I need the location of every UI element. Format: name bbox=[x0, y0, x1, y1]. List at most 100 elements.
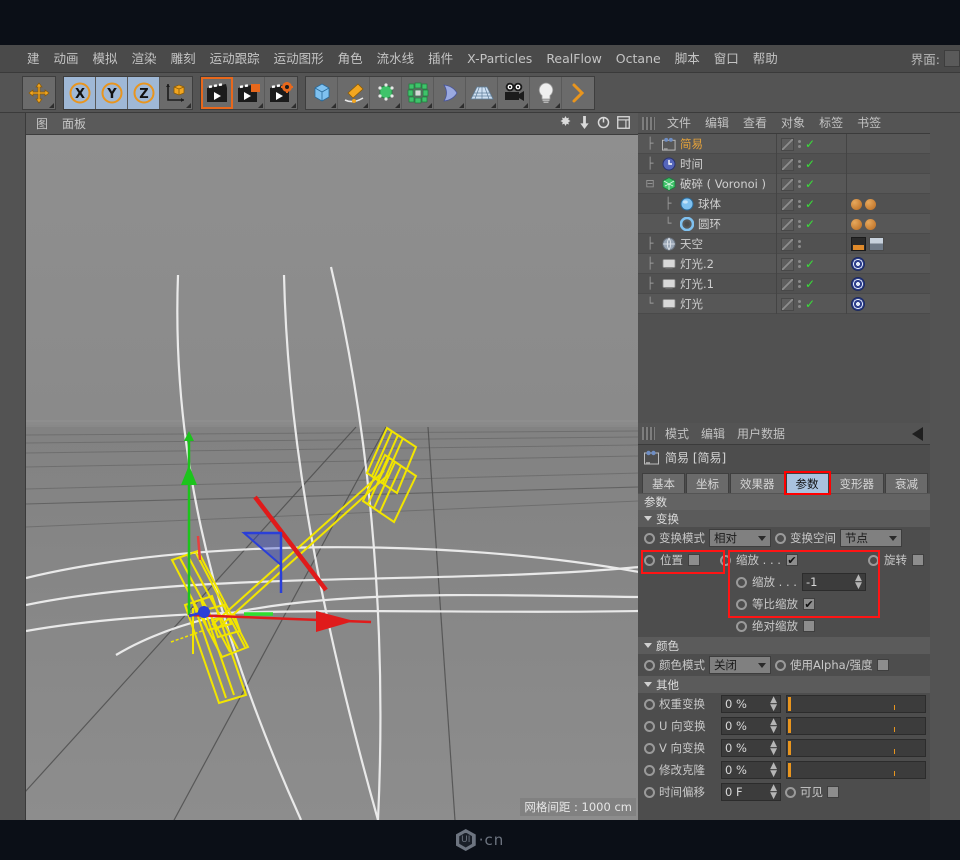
nurbs-generator-icon[interactable] bbox=[370, 77, 402, 109]
param-dot-absolute-scale[interactable] bbox=[736, 621, 747, 632]
objmgr-menu-edit[interactable]: 编辑 bbox=[699, 114, 735, 132]
menu-item-15[interactable]: 帮助 bbox=[746, 48, 785, 70]
camera-icon[interactable] bbox=[498, 77, 530, 109]
param-dot-uniform-scale[interactable] bbox=[736, 599, 747, 610]
layer-swatch[interactable] bbox=[781, 298, 794, 311]
objmgr-menu-object[interactable]: 对象 bbox=[775, 114, 811, 132]
menu-item-4[interactable]: 雕刻 bbox=[164, 48, 203, 70]
attr-menu-edit[interactable]: 编辑 bbox=[695, 425, 731, 442]
layer-swatch[interactable] bbox=[781, 198, 794, 211]
layer-swatch[interactable] bbox=[781, 238, 794, 251]
param-dot-other-4[interactable] bbox=[644, 787, 655, 798]
enabled-check-icon[interactable]: ✓ bbox=[805, 138, 815, 150]
layer-swatch[interactable] bbox=[781, 178, 794, 191]
menu-item-14[interactable]: 窗口 bbox=[707, 48, 746, 70]
enabled-check-icon[interactable]: ✓ bbox=[805, 298, 815, 310]
spinner-icon[interactable]: ▲▼ bbox=[770, 762, 777, 778]
attribute-tab-5[interactable]: 衰减 bbox=[885, 473, 928, 493]
select-transform-mode[interactable]: 相对 bbox=[709, 529, 771, 547]
menu-item-9[interactable]: 插件 bbox=[421, 48, 460, 70]
attr-menu-userdata[interactable]: 用户数据 bbox=[731, 425, 791, 442]
checkbox-rotate[interactable] bbox=[912, 554, 924, 566]
object-row[interactable]: ├ 时间 ✓ bbox=[638, 154, 930, 174]
light-icon[interactable] bbox=[530, 77, 562, 109]
param-dot-visible[interactable] bbox=[785, 787, 796, 798]
visibility-dots-icon[interactable] bbox=[798, 220, 801, 228]
input-other-4[interactable]: 0 F ▲▼ bbox=[721, 783, 781, 801]
menu-item-11[interactable]: RealFlow bbox=[539, 48, 608, 70]
objmgr-menu-bookmarks[interactable]: 书签 bbox=[851, 114, 887, 132]
spinner-icon[interactable]: ▲▼ bbox=[770, 696, 777, 712]
checkbox-position[interactable] bbox=[688, 554, 700, 566]
checkbox-scale-1[interactable] bbox=[786, 554, 798, 566]
attribute-tab-4[interactable]: 变形器 bbox=[830, 473, 885, 493]
compositing-tag-icon[interactable] bbox=[851, 237, 866, 251]
array-modeling-icon[interactable] bbox=[402, 77, 434, 109]
object-row[interactable]: ⊟ 破碎 ( Voronoi ) ✓ bbox=[638, 174, 930, 194]
param-dot-other-3[interactable] bbox=[644, 765, 655, 776]
param-dot-other-0[interactable] bbox=[644, 699, 655, 710]
param-dot-transform-space[interactable] bbox=[775, 533, 786, 544]
object-row[interactable]: └ 灯光 ✓ bbox=[638, 294, 930, 314]
interface-selector[interactable] bbox=[944, 50, 960, 67]
group-other-header[interactable]: 其他 bbox=[638, 676, 930, 693]
visibility-dots-icon[interactable] bbox=[798, 160, 801, 168]
param-dot-color-mode[interactable] bbox=[644, 660, 655, 671]
menu-item-12[interactable]: Octane bbox=[609, 48, 668, 70]
material-tag-icon[interactable] bbox=[865, 199, 876, 210]
visibility-dots-icon[interactable] bbox=[798, 300, 801, 308]
param-dot-use-alpha[interactable] bbox=[775, 660, 786, 671]
enabled-check-icon[interactable]: ✓ bbox=[805, 278, 815, 290]
material-tag-icon[interactable] bbox=[851, 199, 862, 210]
object-row[interactable]: ├ 灯光.1 ✓ bbox=[638, 274, 930, 294]
layer-swatch[interactable] bbox=[781, 278, 794, 291]
layer-swatch[interactable] bbox=[781, 258, 794, 271]
menu-item-0[interactable]: 建 bbox=[20, 48, 47, 70]
group-color-header[interactable]: 颜色 bbox=[638, 637, 930, 654]
menu-item-13[interactable]: 脚本 bbox=[668, 48, 707, 70]
param-dot-rotate[interactable] bbox=[868, 555, 879, 566]
layer-swatch[interactable] bbox=[781, 158, 794, 171]
drag-handle-icon[interactable] bbox=[642, 427, 655, 440]
visibility-dots-icon[interactable] bbox=[798, 140, 801, 148]
input-other-3[interactable]: 0 % ▲▼ bbox=[721, 761, 781, 779]
layer-swatch[interactable] bbox=[781, 138, 794, 151]
checkbox-uniform-scale[interactable] bbox=[803, 598, 815, 610]
expand-toggle[interactable]: ⊟ bbox=[642, 177, 658, 190]
select-color-mode[interactable]: 关闭 bbox=[709, 656, 771, 674]
objmgr-menu-tags[interactable]: 标签 bbox=[813, 114, 849, 132]
axis-z-icon[interactable]: Z bbox=[128, 77, 160, 109]
visibility-dots-icon[interactable] bbox=[798, 240, 801, 248]
attribute-tab-2[interactable]: 效果器 bbox=[730, 473, 785, 493]
menu-item-3[interactable]: 渲染 bbox=[125, 48, 164, 70]
axis-x-icon[interactable]: X bbox=[64, 77, 96, 109]
material-tag-icon[interactable] bbox=[851, 219, 862, 230]
slider-knob[interactable] bbox=[788, 719, 791, 733]
param-dot-scale-1[interactable] bbox=[720, 555, 731, 566]
render-region-icon[interactable] bbox=[233, 77, 265, 109]
slider-2[interactable] bbox=[786, 739, 926, 757]
spinner-icon[interactable]: ▲▼ bbox=[770, 718, 777, 734]
group-transform-header[interactable]: 变换 bbox=[638, 510, 930, 527]
viewport-3d-canvas[interactable]: 网格间距 : 1000 cm bbox=[26, 135, 639, 820]
visibility-dots-icon[interactable] bbox=[798, 260, 801, 268]
slider-knob[interactable] bbox=[788, 697, 791, 711]
slider-knob[interactable] bbox=[788, 763, 791, 777]
object-row[interactable]: ├ 灯光.2 ✓ bbox=[638, 254, 930, 274]
viewport-menu-0[interactable]: 图 bbox=[36, 115, 48, 132]
spinner-icon[interactable]: ▲▼ bbox=[770, 784, 777, 800]
objmgr-menu-view[interactable]: 查看 bbox=[737, 114, 773, 132]
spinner-icon[interactable]: ▲▼ bbox=[855, 574, 862, 590]
menu-item-2[interactable]: 模拟 bbox=[86, 48, 125, 70]
enabled-check-icon[interactable]: ✓ bbox=[805, 198, 815, 210]
layer-swatch[interactable] bbox=[781, 218, 794, 231]
object-row[interactable]: ├ 天空 bbox=[638, 234, 930, 254]
enabled-check-icon[interactable]: ✓ bbox=[805, 258, 815, 270]
enabled-check-icon[interactable]: ✓ bbox=[805, 158, 815, 170]
input-scale-value[interactable]: -1 ▲▼ bbox=[802, 573, 866, 591]
zoom-icon[interactable] bbox=[579, 116, 590, 132]
render-settings-icon[interactable] bbox=[265, 77, 297, 109]
spinner-icon[interactable]: ▲▼ bbox=[770, 740, 777, 756]
object-row[interactable]: ├ 球体 ✓ bbox=[638, 194, 930, 214]
slider-3[interactable] bbox=[786, 761, 926, 779]
